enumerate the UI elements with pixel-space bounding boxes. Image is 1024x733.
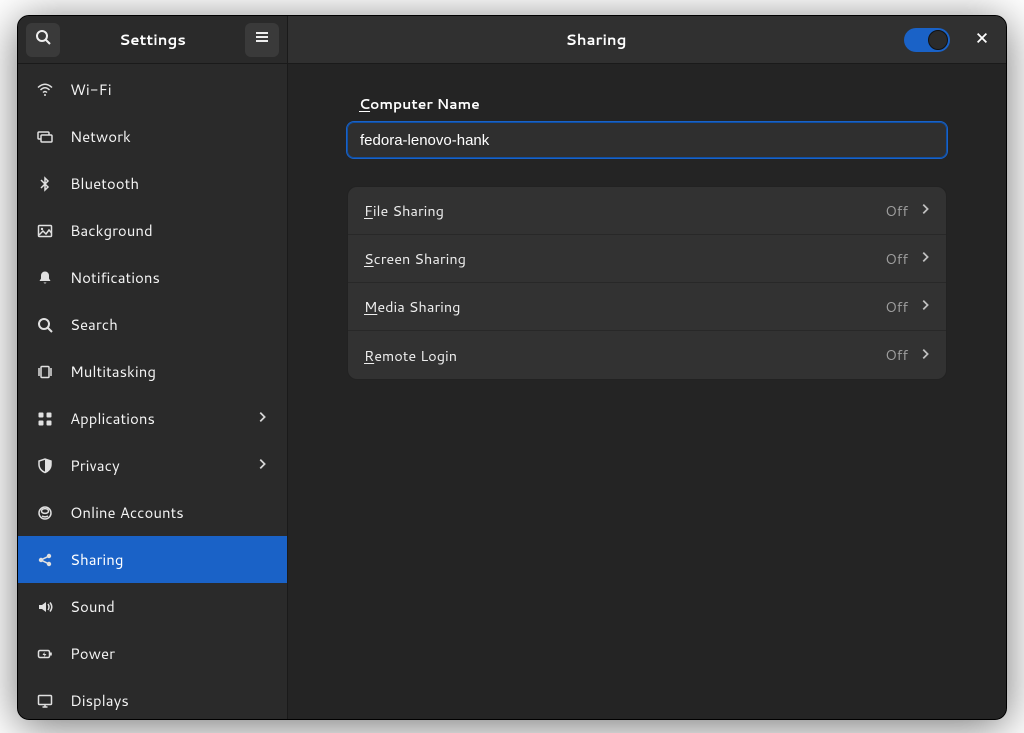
row-screen-sharing[interactable]: Screen Sharing Off <box>348 235 946 283</box>
search-icon <box>35 29 51 50</box>
chevron-right-icon <box>255 455 269 476</box>
chevron-right-icon <box>255 408 269 429</box>
sidebar-item-power[interactable]: Power <box>18 630 287 677</box>
chevron-right-icon <box>918 248 932 269</box>
row-status: Off <box>885 201 908 221</box>
power-icon <box>36 645 54 663</box>
close-icon <box>975 29 989 50</box>
sidebar-item-bluetooth[interactable]: Bluetooth <box>18 160 287 207</box>
search-icon <box>36 316 54 334</box>
sidebar-item-notifications[interactable]: Notifications <box>18 254 287 301</box>
content-area: Computer Name File SharingOffScreen Shar… <box>288 64 1006 719</box>
row-label: Remote Login <box>364 345 457 366</box>
displays-icon <box>36 692 54 710</box>
sidebar-title: Settings <box>68 29 237 50</box>
sharing-icon <box>36 551 54 569</box>
sidebar-item-label: Bluetooth <box>70 173 139 194</box>
row-label: Media Sharing <box>364 296 460 317</box>
row-file-sharing[interactable]: File Sharing Off <box>348 187 946 235</box>
sharing-master-switch[interactable] <box>904 28 950 52</box>
titlebar: Settings Sharing <box>18 16 1006 64</box>
sidebar-item-label: Privacy <box>70 455 120 476</box>
sound-icon <box>36 598 54 616</box>
sidebar-item-label: Applications <box>70 408 155 429</box>
notifications-icon <box>36 269 54 287</box>
switch-knob <box>928 30 948 50</box>
chevron-right-icon <box>918 296 932 317</box>
sidebar-item-multitasking[interactable]: Multitasking <box>18 348 287 395</box>
computer-name-input[interactable] <box>347 122 947 158</box>
chevron-right-icon <box>918 345 932 366</box>
sidebar-item-label: Sharing <box>70 549 123 570</box>
sidebar-item-label: Network <box>70 126 131 147</box>
sidebar-item-label: Search <box>70 314 118 335</box>
sidebar-item-label: Wi-Fi <box>70 79 112 100</box>
titlebar-content-area: Sharing <box>288 16 1006 63</box>
computer-name-label: Computer Name <box>347 94 947 114</box>
sidebar-item-sharing[interactable]: Sharing <box>18 536 287 583</box>
online-accounts-icon <box>36 504 54 522</box>
sidebar: Wi-Fi Network Bluetooth Background Notificat… <box>18 64 288 719</box>
row-media-sharing[interactable]: Media Sharing Off <box>348 283 946 331</box>
row-status: Off <box>885 297 908 317</box>
sidebar-item-label: Power <box>70 643 115 664</box>
sidebar-item-privacy[interactable]: Privacy <box>18 442 287 489</box>
sidebar-item-label: Multitasking <box>70 361 156 382</box>
sharing-options-list: File SharingOffScreen SharingOffMedia Sh… <box>347 186 947 380</box>
row-label: Screen Sharing <box>364 248 466 269</box>
multitasking-icon <box>36 363 54 381</box>
sidebar-item-label: Background <box>70 220 153 241</box>
search-button[interactable] <box>26 23 60 57</box>
wifi-icon <box>36 81 54 99</box>
row-label: File Sharing <box>364 200 444 221</box>
row-status: Off <box>885 345 908 365</box>
window-body: Wi-Fi Network Bluetooth Background Notificat… <box>18 64 1006 719</box>
sidebar-item-wifi[interactable]: Wi-Fi <box>18 66 287 113</box>
privacy-icon <box>36 457 54 475</box>
primary-menu-button[interactable] <box>245 23 279 57</box>
sidebar-item-displays[interactable]: Displays <box>18 677 287 719</box>
sidebar-item-label: Sound <box>70 596 115 617</box>
background-icon <box>36 222 54 240</box>
sidebar-item-label: Displays <box>70 690 129 711</box>
sidebar-item-label: Online Accounts <box>70 502 184 523</box>
sidebar-item-label: Notifications <box>70 267 160 288</box>
sidebar-item-network[interactable]: Network <box>18 113 287 160</box>
settings-window: Settings Sharing Wi-Fi Network Bluetooth Ba… <box>17 15 1007 720</box>
sidebar-item-online-accounts[interactable]: Online Accounts <box>18 489 287 536</box>
bluetooth-icon <box>36 175 54 193</box>
hamburger-icon <box>254 29 270 50</box>
sidebar-item-sound[interactable]: Sound <box>18 583 287 630</box>
titlebar-sidebar-area: Settings <box>18 16 288 63</box>
chevron-right-icon <box>918 200 932 221</box>
page-title: Sharing <box>288 29 904 50</box>
applications-icon <box>36 410 54 428</box>
network-icon <box>36 128 54 146</box>
sidebar-item-search[interactable]: Search <box>18 301 287 348</box>
row-remote-login[interactable]: Remote Login Off <box>348 331 946 379</box>
sidebar-item-background[interactable]: Background <box>18 207 287 254</box>
close-button[interactable] <box>968 26 996 54</box>
row-status: Off <box>885 249 908 269</box>
sidebar-item-applications[interactable]: Applications <box>18 395 287 442</box>
